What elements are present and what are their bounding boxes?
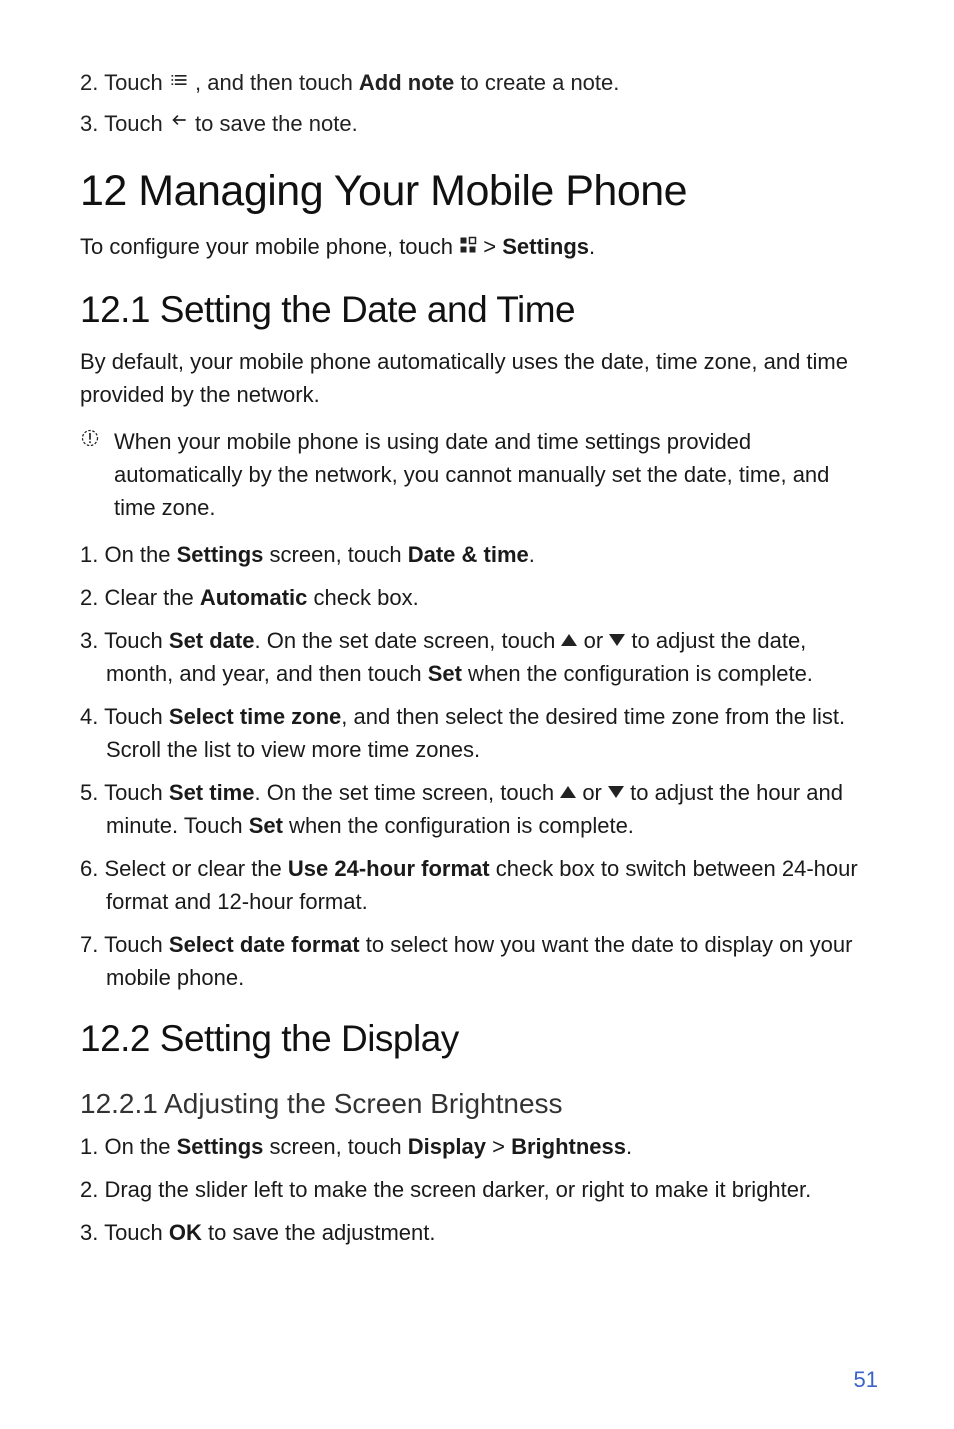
- text: , and then touch: [195, 70, 359, 95]
- bold-text: Set time: [169, 780, 255, 805]
- intro-step-2: 2. Touch , and then touch Add note to cr…: [80, 66, 874, 101]
- text: . On the set time screen, touch: [254, 780, 560, 805]
- text: check box.: [307, 585, 418, 610]
- bold-text: Select date format: [169, 932, 360, 957]
- text: 5. Touch: [80, 780, 169, 805]
- text: To configure your mobile phone, touch: [80, 234, 459, 259]
- display-steps: 1. On the Settings screen, touch Display…: [80, 1130, 874, 1249]
- date-time-steps: 1. On the Settings screen, touch Date & …: [80, 538, 874, 994]
- bold-text: Use 24-hour format: [288, 856, 490, 881]
- list-item: 3. Touch OK to save the adjustment.: [80, 1216, 874, 1249]
- text: to create a note.: [460, 70, 619, 95]
- text: >: [486, 1134, 511, 1159]
- chapter-heading: 12 Managing Your Mobile Phone: [80, 167, 874, 216]
- bold-text: Set date: [169, 628, 255, 653]
- list-item: 1. On the Settings screen, touch Date & …: [80, 538, 874, 571]
- apps-grid-icon: [459, 230, 477, 263]
- text: to save the note.: [195, 111, 358, 136]
- list-item: 4. Touch Select time zone, and then sele…: [80, 700, 874, 766]
- text: 2. Clear the: [80, 585, 200, 610]
- bold-text: OK: [169, 1220, 202, 1245]
- list-item: 6. Select or clear the Use 24-hour forma…: [80, 852, 874, 918]
- text: 2. Touch: [80, 70, 169, 95]
- bold-text: Add note: [359, 70, 454, 95]
- list-item: 2. Clear the Automatic check box.: [80, 581, 874, 614]
- up-triangle-icon: [560, 786, 576, 798]
- down-triangle-icon: [608, 786, 624, 798]
- bold-text: Date & time: [408, 542, 529, 567]
- text: .: [529, 542, 535, 567]
- bold-text: Set: [428, 661, 462, 686]
- subsection-heading: 12.2.1 Adjusting the Screen Brightness: [80, 1088, 874, 1120]
- menu-icon: [169, 66, 189, 99]
- bold-text: Automatic: [200, 585, 308, 610]
- paragraph: By default, your mobile phone automatica…: [80, 345, 874, 411]
- list-item: 2. Drag the slider left to make the scre…: [80, 1173, 874, 1206]
- back-icon: [169, 106, 189, 139]
- text: 1. On the: [80, 542, 177, 567]
- bold-text: Settings: [502, 234, 589, 259]
- list-item: 7. Touch Select date format to select ho…: [80, 928, 874, 994]
- text: .: [626, 1134, 632, 1159]
- list-item: 1. On the Settings screen, touch Display…: [80, 1130, 874, 1163]
- text: 7. Touch: [80, 932, 169, 957]
- text: when the configuration is complete.: [462, 661, 813, 686]
- text: 6. Select or clear the: [80, 856, 288, 881]
- note-block: When your mobile phone is using date and…: [80, 425, 874, 524]
- config-line: To configure your mobile phone, touch > …: [80, 230, 874, 265]
- text: to save the adjustment.: [202, 1220, 436, 1245]
- section-heading: 12.2 Setting the Display: [80, 1018, 874, 1060]
- text: 3. Touch: [80, 1220, 169, 1245]
- bold-text: Settings: [177, 542, 264, 567]
- text: 1. On the: [80, 1134, 177, 1159]
- text: . On the set date screen, touch: [254, 628, 561, 653]
- down-triangle-icon: [609, 634, 625, 646]
- up-triangle-icon: [561, 634, 577, 646]
- bold-text: Brightness: [511, 1134, 626, 1159]
- document-page: 2. Touch , and then touch Add note to cr…: [0, 0, 954, 1429]
- text: or: [584, 628, 610, 653]
- note-text: When your mobile phone is using date and…: [108, 425, 874, 524]
- page-number: 51: [854, 1367, 878, 1393]
- text: >: [483, 234, 502, 259]
- list-item: 3. Touch Set date. On the set date scree…: [80, 624, 874, 690]
- text: when the configuration is complete.: [283, 813, 634, 838]
- caution-icon: [80, 428, 108, 453]
- section-heading: 12.1 Setting the Date and Time: [80, 289, 874, 331]
- text: 3. Touch: [80, 628, 169, 653]
- text: 4. Touch: [80, 704, 169, 729]
- bold-text: Select time zone: [169, 704, 341, 729]
- text: 3. Touch: [80, 111, 169, 136]
- intro-step-3: 3. Touch to save the note.: [80, 107, 874, 142]
- bold-text: Display: [408, 1134, 486, 1159]
- list-item: 5. Touch Set time. On the set time scree…: [80, 776, 874, 842]
- bold-text: Settings: [177, 1134, 264, 1159]
- text: screen, touch: [263, 1134, 407, 1159]
- text: .: [589, 234, 595, 259]
- bold-text: Set: [249, 813, 283, 838]
- text: or: [582, 780, 608, 805]
- text: screen, touch: [263, 542, 407, 567]
